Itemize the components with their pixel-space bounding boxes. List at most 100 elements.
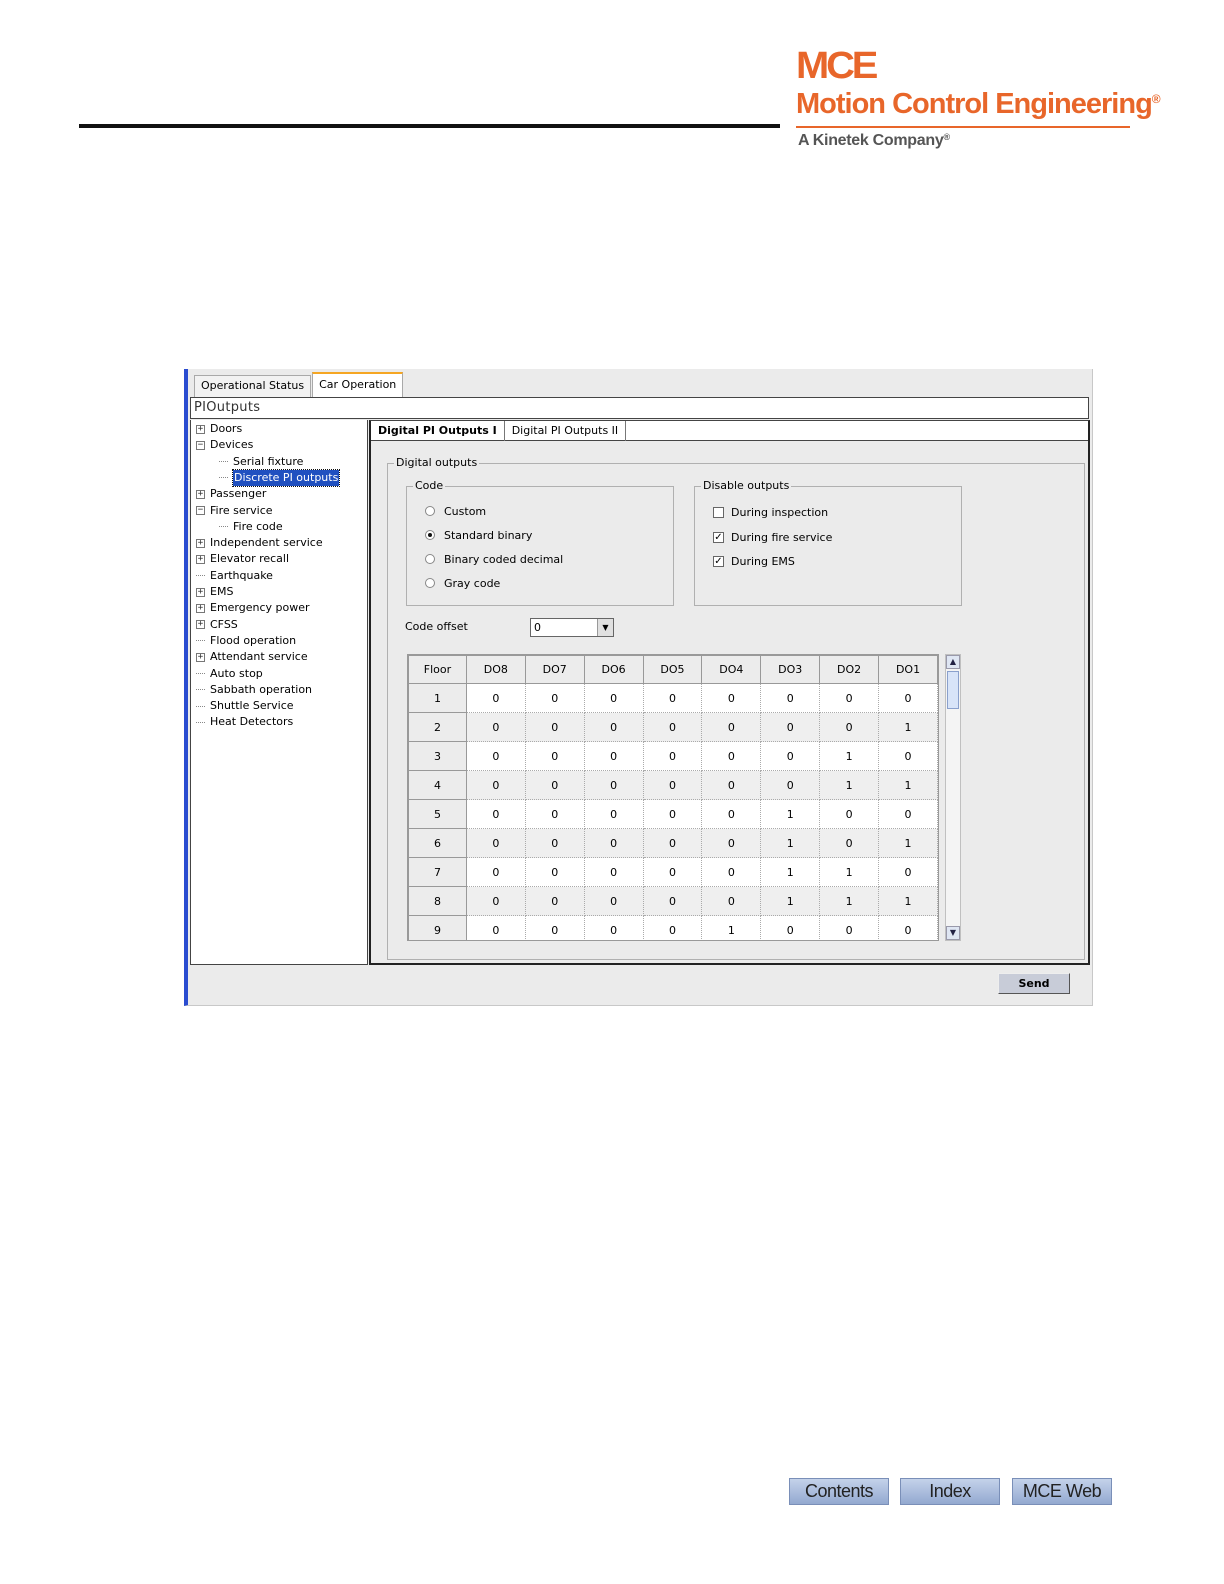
output-cell[interactable]: 1 <box>760 857 821 887</box>
output-cell[interactable]: 0 <box>819 683 880 713</box>
output-cell[interactable]: 0 <box>524 770 585 800</box>
output-cell[interactable]: 0 <box>465 915 526 940</box>
radio-standard-binary-indicator[interactable] <box>425 530 435 540</box>
output-cell[interactable]: 0 <box>465 770 526 800</box>
output-cell[interactable]: 0 <box>701 828 762 858</box>
output-cell[interactable]: 0 <box>465 799 526 829</box>
tree-item-emergency-power[interactable]: + Emergency power <box>196 600 310 616</box>
output-cell[interactable]: 0 <box>878 799 938 829</box>
output-cell[interactable]: 0 <box>524 828 585 858</box>
tree-item-fire-service[interactable]: − Fire service <box>196 503 273 519</box>
mce-web-button[interactable]: MCE Web <box>1012 1478 1112 1505</box>
expand-icon[interactable]: + <box>196 587 205 597</box>
output-cell[interactable]: 0 <box>819 712 880 742</box>
tree-item-earthquake[interactable]: Earthquake <box>196 568 273 584</box>
output-cell[interactable]: 0 <box>701 770 762 800</box>
output-cell[interactable]: 0 <box>760 915 821 940</box>
output-cell[interactable]: 1 <box>760 828 821 858</box>
tree-item-shuttle-service[interactable]: Shuttle Service <box>196 698 294 714</box>
tree-item-doors[interactable]: + Doors <box>196 421 242 437</box>
tree-item-devices[interactable]: − Devices <box>196 437 253 453</box>
output-cell[interactable]: 0 <box>642 915 703 940</box>
tree-item-flood-operation[interactable]: Flood operation <box>196 633 296 649</box>
code-offset-select[interactable]: 0 ▼ <box>530 618 614 637</box>
radio-gray-code-indicator[interactable] <box>425 578 435 588</box>
radio-standard-binary[interactable]: Standard binary <box>425 527 532 543</box>
radio-binary-coded-decimal[interactable]: Binary coded decimal <box>425 551 563 567</box>
output-cell[interactable]: 1 <box>878 828 938 858</box>
output-cell[interactable]: 0 <box>878 683 938 713</box>
output-cell[interactable]: 0 <box>583 683 644 713</box>
output-cell[interactable]: 0 <box>524 712 585 742</box>
output-cell[interactable]: 0 <box>524 741 585 771</box>
scroll-thumb[interactable] <box>947 671 959 709</box>
output-cell[interactable]: 0 <box>465 712 526 742</box>
output-cell[interactable]: 0 <box>701 741 762 771</box>
output-cell[interactable]: 1 <box>878 712 938 742</box>
tree-item-ems[interactable]: + EMS <box>196 584 233 600</box>
send-button[interactable]: Send <box>998 973 1070 994</box>
output-cell[interactable]: 0 <box>583 770 644 800</box>
output-cell[interactable]: 0 <box>642 770 703 800</box>
tab-car-operation[interactable]: Car Operation <box>312 372 404 397</box>
output-cell[interactable]: 0 <box>465 886 526 916</box>
output-cell[interactable]: 1 <box>878 770 938 800</box>
output-cell[interactable]: 0 <box>760 770 821 800</box>
output-cell[interactable]: 0 <box>760 741 821 771</box>
expand-icon[interactable]: + <box>196 424 205 434</box>
output-cell[interactable]: 0 <box>701 886 762 916</box>
tree-item-attendant-service[interactable]: + Attendant service <box>196 649 308 665</box>
output-cell[interactable]: 0 <box>701 799 762 829</box>
grid-scrollbar[interactable]: ▲ ▼ <box>945 654 961 941</box>
collapse-icon[interactable]: − <box>196 440 205 450</box>
output-cell[interactable]: 0 <box>583 886 644 916</box>
output-cell[interactable]: 0 <box>524 886 585 916</box>
output-cell[interactable]: 0 <box>642 683 703 713</box>
tree-item-sabbath-operation[interactable]: Sabbath operation <box>196 682 312 698</box>
output-cell[interactable]: 0 <box>465 741 526 771</box>
tree-item-serial-fixture[interactable]: Serial fixture <box>219 454 303 470</box>
output-cell[interactable]: 0 <box>583 857 644 887</box>
checkbox-during-fire-service[interactable]: ✓ During fire service <box>713 529 832 545</box>
checkbox-during-fire-service-box[interactable]: ✓ <box>713 531 724 543</box>
output-cell[interactable]: 0 <box>583 741 644 771</box>
checkbox-during-ems-box[interactable]: ✓ <box>713 555 724 567</box>
output-cell[interactable]: 0 <box>642 886 703 916</box>
radio-custom-indicator[interactable] <box>425 506 435 516</box>
output-cell[interactable]: 1 <box>760 886 821 916</box>
output-cell[interactable]: 0 <box>760 683 821 713</box>
output-cell[interactable]: 0 <box>583 799 644 829</box>
output-cell[interactable]: 0 <box>524 683 585 713</box>
tree-item-fire-code[interactable]: Fire code <box>219 519 283 535</box>
tree-item-discrete-pi-outputs[interactable]: Discrete PI outputs <box>219 468 341 487</box>
radio-bcd-indicator[interactable] <box>425 554 435 564</box>
index-button[interactable]: Index <box>900 1478 1000 1505</box>
tree-item-auto-stop[interactable]: Auto stop <box>196 666 263 682</box>
tree-item-elevator-recall[interactable]: + Elevator recall <box>196 551 289 567</box>
output-cell[interactable]: 0 <box>583 712 644 742</box>
output-cell[interactable]: 0 <box>878 741 938 771</box>
collapse-icon[interactable]: − <box>196 506 205 515</box>
tree-item-independent-service[interactable]: + Independent service <box>196 535 323 551</box>
expand-icon[interactable]: + <box>196 620 205 630</box>
tab-operational-status[interactable]: Operational Status <box>194 375 312 397</box>
scroll-up-icon[interactable]: ▲ <box>946 655 960 669</box>
output-cell[interactable]: 0 <box>583 915 644 940</box>
output-cell[interactable]: 1 <box>819 770 880 800</box>
output-cell[interactable]: 1 <box>701 915 762 940</box>
output-cell[interactable]: 0 <box>878 915 938 940</box>
output-cell[interactable]: 0 <box>701 857 762 887</box>
output-cell[interactable]: 0 <box>760 712 821 742</box>
radio-custom[interactable]: Custom <box>425 503 486 519</box>
tree-item-heat-detectors[interactable]: Heat Detectors <box>196 714 293 730</box>
checkbox-during-inspection-box[interactable] <box>713 506 724 518</box>
output-cell[interactable]: 0 <box>524 799 585 829</box>
output-cell[interactable]: 0 <box>819 915 880 940</box>
chevron-down-icon[interactable]: ▼ <box>597 619 613 636</box>
tab-digital-pi-outputs-2[interactable]: Digital PI Outputs II <box>505 421 627 441</box>
output-cell[interactable]: 1 <box>819 886 880 916</box>
output-cell[interactable]: 1 <box>878 886 938 916</box>
output-cell[interactable]: 0 <box>878 857 938 887</box>
output-cell[interactable]: 0 <box>524 915 585 940</box>
output-cell[interactable]: 0 <box>701 712 762 742</box>
